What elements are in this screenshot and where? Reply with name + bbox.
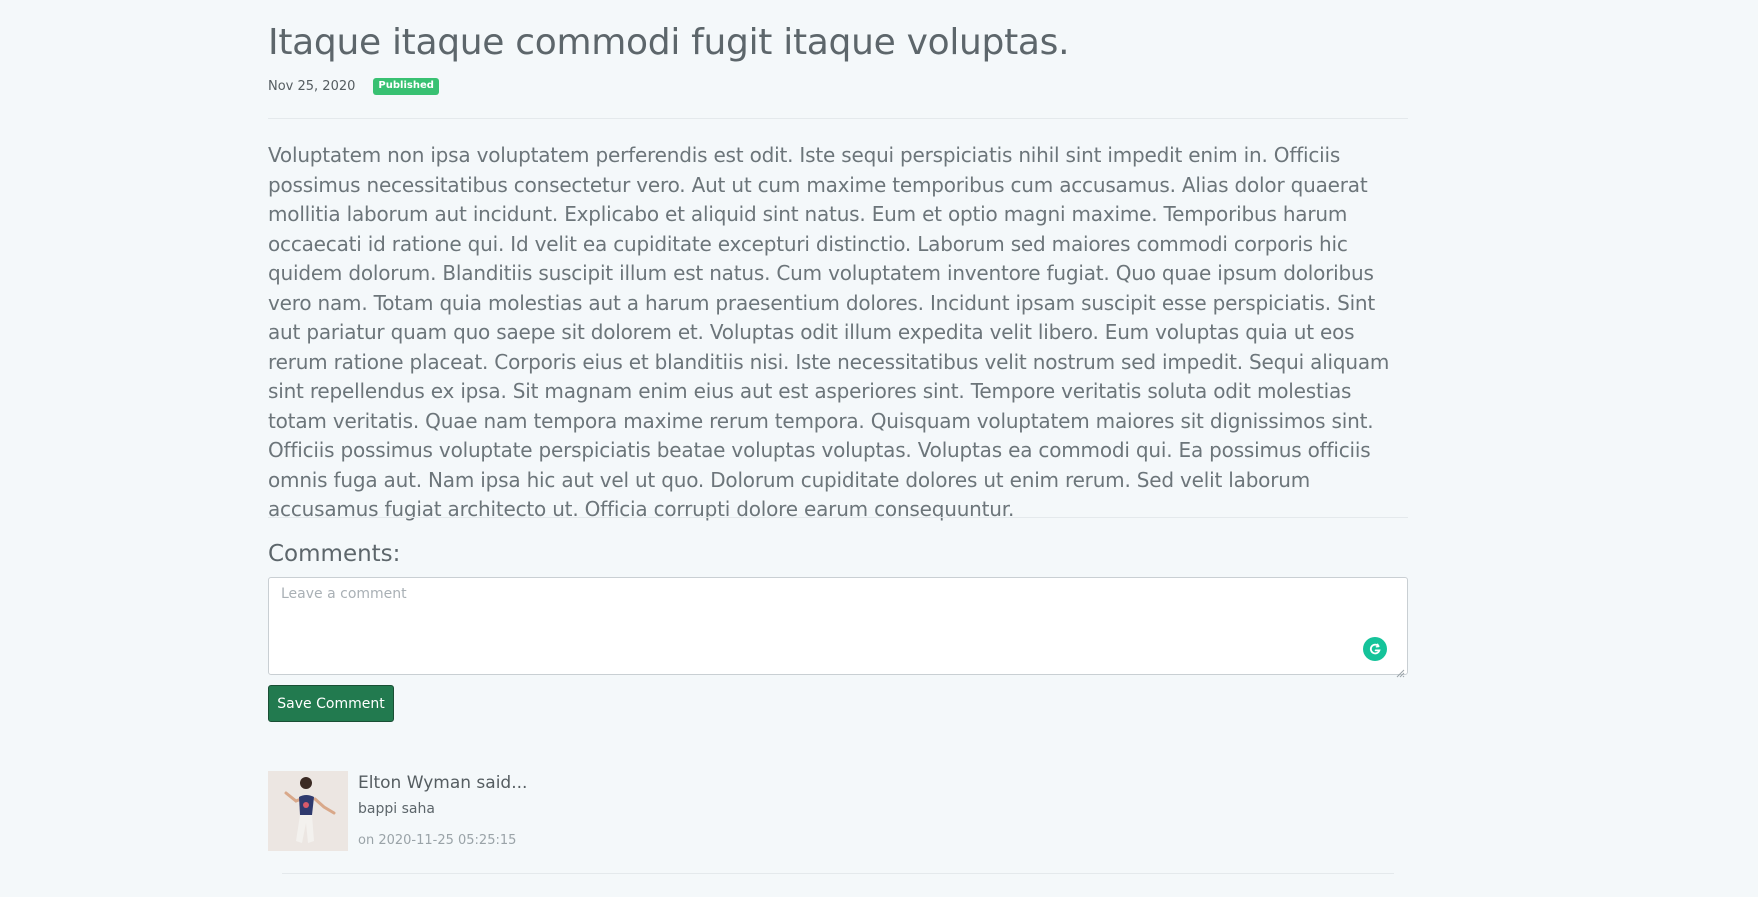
grammarly-icon[interactable] xyxy=(1363,637,1387,661)
post-meta: Nov 25, 2020 Published xyxy=(268,78,439,95)
post-title: Itaque itaque commodi fugit itaque volup… xyxy=(268,22,1070,63)
status-badge: Published xyxy=(373,78,439,95)
comment-time: on 2020-11-25 05:25:15 xyxy=(358,833,517,848)
comment-box xyxy=(268,577,1408,678)
comment-author: Elton Wyman said... xyxy=(358,773,528,793)
comment-text: bappi saha xyxy=(358,801,435,817)
resize-handle-icon[interactable] xyxy=(1396,663,1405,678)
avatar xyxy=(268,771,348,851)
comment-input[interactable] xyxy=(269,578,1407,674)
save-comment-button[interactable]: Save Comment xyxy=(268,685,394,722)
comments-heading: Comments: xyxy=(268,541,401,567)
comment-item: Elton Wyman said... bappi saha on 2020-1… xyxy=(268,771,1408,851)
divider xyxy=(282,873,1394,874)
divider xyxy=(268,517,1408,518)
divider xyxy=(268,118,1408,119)
post-date: Nov 25, 2020 xyxy=(268,79,356,94)
post-body: Voluptatem non ipsa voluptatem perferend… xyxy=(268,143,1390,521)
